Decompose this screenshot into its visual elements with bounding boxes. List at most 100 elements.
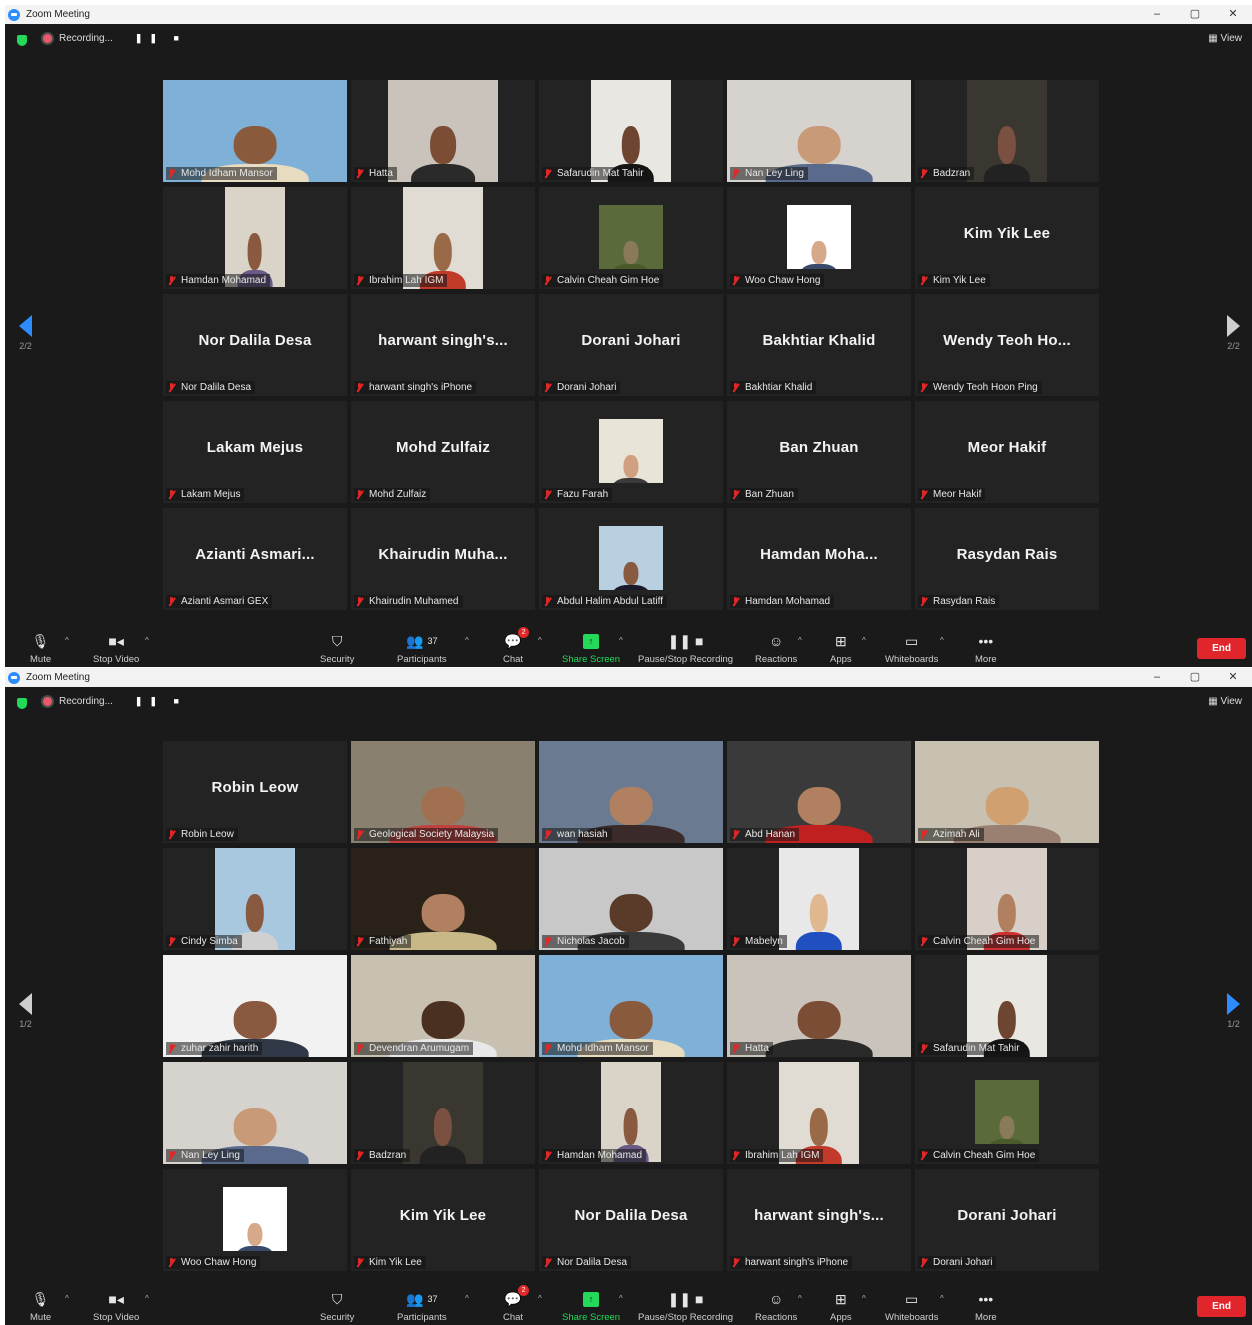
participant-tile[interactable]: Calvin Cheah Gim Hoe xyxy=(539,187,723,289)
participant-tile[interactable]: Bakhtiar Khalid Bakhtiar Khalid xyxy=(727,294,911,396)
participant-tile[interactable]: Azimah Ali xyxy=(915,741,1099,843)
participant-tile[interactable]: Safarudin Mat Tahir xyxy=(539,80,723,182)
share-options-caret[interactable]: ^ xyxy=(619,1294,623,1303)
participant-tile[interactable]: Lakam Mejus Lakam Mejus xyxy=(163,401,347,503)
participant-tile[interactable]: Ibrahim Lah IGM xyxy=(727,1062,911,1164)
participant-tile[interactable]: Mohd Idham Mansor xyxy=(539,955,723,1057)
participants-options-caret[interactable]: ^ xyxy=(465,1294,469,1303)
participant-tile[interactable]: Dorani Johari Dorani Johari xyxy=(915,1169,1099,1271)
next-page-arrow[interactable]: 2/2 xyxy=(1227,315,1240,351)
recording-pause-stop-controls[interactable]: ❚❚ ■ xyxy=(135,33,186,44)
reactions-button[interactable]: ☺ Reactions xyxy=(755,631,797,665)
participant-tile[interactable]: Cindy Simba xyxy=(163,848,347,950)
participant-tile[interactable]: Meor Hakif Meor Hakif xyxy=(915,401,1099,503)
prev-page-arrow[interactable]: 1/2 xyxy=(19,993,32,1029)
participant-tile[interactable]: Mohd Zulfaiz Mohd Zulfaiz xyxy=(351,401,535,503)
close-button[interactable]: ✕ xyxy=(1214,668,1252,687)
participants-button[interactable]: 👥 37 Participants xyxy=(397,631,447,666)
participant-tile[interactable]: Woo Chaw Hong xyxy=(727,187,911,289)
share-screen-button[interactable]: ↑ Share Screen xyxy=(562,631,620,665)
more-button[interactable]: ••• More xyxy=(975,631,997,665)
participant-tile[interactable]: Badzran xyxy=(351,1062,535,1164)
reactions-options-caret[interactable]: ^ xyxy=(798,636,802,645)
participant-tile[interactable]: Ban Zhuan Ban Zhuan xyxy=(727,401,911,503)
mute-button[interactable]: 🎙 Mute xyxy=(30,631,51,666)
participant-tile[interactable]: Abd Hanan xyxy=(727,741,911,843)
participant-tile[interactable]: Fathiyah xyxy=(351,848,535,950)
audio-options-caret[interactable]: ^ xyxy=(65,636,69,645)
participants-button[interactable]: 👥 37 Participants xyxy=(397,1289,447,1324)
security-button[interactable]: ⛉ Security xyxy=(320,631,354,666)
participant-tile[interactable]: Nicholas Jacob xyxy=(539,848,723,950)
chat-options-caret[interactable]: ^ xyxy=(538,1294,542,1303)
stop-video-button[interactable]: ■◂ Stop Video xyxy=(93,631,139,666)
video-options-caret[interactable]: ^ xyxy=(145,636,149,645)
chat-options-caret[interactable]: ^ xyxy=(538,636,542,645)
participant-tile[interactable]: Safarudin Mat Tahir xyxy=(915,955,1099,1057)
participant-tile[interactable]: Ibrahim Lah IGM xyxy=(351,187,535,289)
participant-tile[interactable]: Fazu Farah xyxy=(539,401,723,503)
audio-options-caret[interactable]: ^ xyxy=(65,1294,69,1303)
participant-tile[interactable]: Nan Ley Ling xyxy=(727,80,911,182)
chat-button[interactable]: 💬 2 Chat xyxy=(503,627,530,665)
prev-page-arrow[interactable]: 2/2 xyxy=(19,315,32,351)
whiteboards-options-caret[interactable]: ^ xyxy=(940,1294,944,1303)
participant-tile[interactable]: Mabelyn xyxy=(727,848,911,950)
apps-options-caret[interactable]: ^ xyxy=(862,1294,866,1303)
reactions-options-caret[interactable]: ^ xyxy=(798,1294,802,1303)
whiteboards-button[interactable]: ▭ Whiteboards xyxy=(885,631,938,666)
participant-tile[interactable]: Dorani Johari Dorani Johari xyxy=(539,294,723,396)
participant-tile[interactable]: Hamdan Moha... Hamdan Mohamad xyxy=(727,508,911,610)
participant-tile[interactable]: zuhar zahir harith xyxy=(163,955,347,1057)
participant-tile[interactable]: Calvin Cheah Gim Hoe xyxy=(915,1062,1099,1164)
mute-button[interactable]: 🎙 Mute xyxy=(30,1289,51,1324)
participant-tile[interactable]: Nan Ley Ling xyxy=(163,1062,347,1164)
next-page-arrow[interactable]: 1/2 xyxy=(1227,993,1240,1029)
apps-options-caret[interactable]: ^ xyxy=(862,636,866,645)
minimize-button[interactable]: – xyxy=(1138,668,1176,687)
more-button[interactable]: ••• More xyxy=(975,1289,997,1323)
end-meeting-button[interactable]: End xyxy=(1197,1296,1246,1317)
view-button[interactable]: ▦ View xyxy=(1208,696,1242,707)
reactions-button[interactable]: ☺ Reactions xyxy=(755,1289,797,1323)
restore-button[interactable]: ▢ xyxy=(1176,5,1214,24)
participant-tile[interactable]: Hamdan Mohamad xyxy=(163,187,347,289)
encryption-shield-icon[interactable] xyxy=(17,35,27,46)
participant-tile[interactable]: Nor Dalila Desa Nor Dalila Desa xyxy=(539,1169,723,1271)
pause-stop-recording-button[interactable]: ❚❚ ■ Pause/Stop Recording xyxy=(638,1289,733,1324)
participant-tile[interactable]: Devendran Arumugam xyxy=(351,955,535,1057)
view-button[interactable]: ▦ View xyxy=(1208,33,1242,44)
recording-pause-stop-controls[interactable]: ❚❚ ■ xyxy=(135,696,186,707)
whiteboards-button[interactable]: ▭ Whiteboards xyxy=(885,1289,938,1324)
participant-tile[interactable]: Hamdan Mohamad xyxy=(539,1062,723,1164)
participant-tile[interactable]: wan hasiah xyxy=(539,741,723,843)
participant-tile[interactable]: Hatta xyxy=(727,955,911,1057)
pause-stop-recording-button[interactable]: ❚❚ ■ Pause/Stop Recording xyxy=(638,631,733,666)
participant-tile[interactable]: Robin Leow Robin Leow xyxy=(163,741,347,843)
security-button[interactable]: ⛉ Security xyxy=(320,1289,354,1324)
participant-tile[interactable]: Kim Yik Lee Kim Yik Lee xyxy=(915,187,1099,289)
whiteboards-options-caret[interactable]: ^ xyxy=(940,636,944,645)
participant-tile[interactable]: Geological Society Malaysia xyxy=(351,741,535,843)
participant-tile[interactable]: harwant singh's... harwant singh's iPhone xyxy=(727,1169,911,1271)
participant-tile[interactable]: Woo Chaw Hong xyxy=(163,1169,347,1271)
apps-button[interactable]: ⊞ Apps xyxy=(830,631,852,666)
minimize-button[interactable]: – xyxy=(1138,5,1176,24)
participant-tile[interactable]: Badzran xyxy=(915,80,1099,182)
close-button[interactable]: ✕ xyxy=(1214,5,1252,24)
participant-tile[interactable]: Rasydan Rais Rasydan Rais xyxy=(915,508,1099,610)
encryption-shield-icon[interactable] xyxy=(17,698,27,709)
participant-tile[interactable]: Mohd Idham Mansor xyxy=(163,80,347,182)
share-options-caret[interactable]: ^ xyxy=(619,636,623,645)
restore-button[interactable]: ▢ xyxy=(1176,668,1214,687)
stop-video-button[interactable]: ■◂ Stop Video xyxy=(93,1289,139,1324)
participant-tile[interactable]: Azianti Asmari... Azianti Asmari GEX xyxy=(163,508,347,610)
participant-tile[interactable]: Nor Dalila Desa Nor Dalila Desa xyxy=(163,294,347,396)
apps-button[interactable]: ⊞ Apps xyxy=(830,1289,852,1324)
participant-tile[interactable]: Kim Yik Lee Kim Yik Lee xyxy=(351,1169,535,1271)
video-options-caret[interactable]: ^ xyxy=(145,1294,149,1303)
participant-tile[interactable]: Hatta xyxy=(351,80,535,182)
share-screen-button[interactable]: ↑ Share Screen xyxy=(562,1289,620,1323)
participant-tile[interactable]: harwant singh's... harwant singh's iPhone xyxy=(351,294,535,396)
participant-tile[interactable]: Calvin Cheah Gim Hoe xyxy=(915,848,1099,950)
